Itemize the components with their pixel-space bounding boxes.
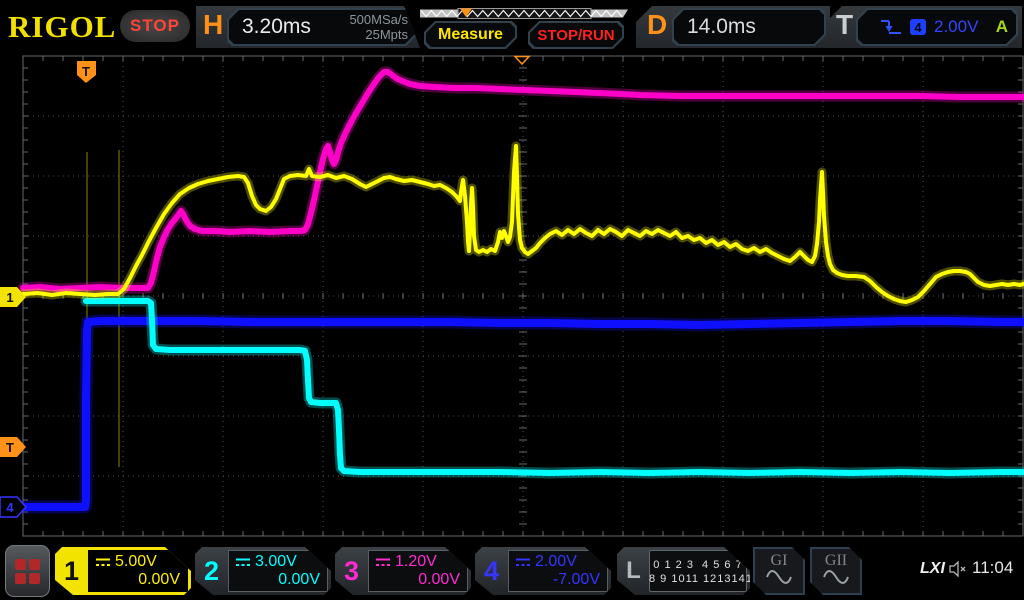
delay-settings-box[interactable]: D 14.0ms xyxy=(636,6,830,48)
svg-text:1: 1 xyxy=(6,290,13,305)
timebase-value: 3.20ms xyxy=(242,15,311,39)
dc-coupling-icon xyxy=(95,557,111,568)
logic-analyzer-box[interactable]: L 0 1 2 3 4 5 6 78 9 1011 12131415 xyxy=(617,547,750,595)
channel-4-offset: -7.00V xyxy=(553,571,600,589)
stop-run-button[interactable]: STOP/RUN xyxy=(528,21,624,49)
generator-1-label: GI xyxy=(755,552,803,570)
channel-3-scale: 1.20V xyxy=(395,553,437,571)
clock: 11:04 xyxy=(972,558,1013,578)
generator-2-button[interactable]: GII xyxy=(810,547,862,595)
horizontal-settings-box[interactable]: H 3.20ms 500MSa/s 25Mpts xyxy=(196,6,420,48)
memory-depth: 25Mpts xyxy=(365,27,408,42)
sine-wave-icon xyxy=(765,570,793,584)
trigger-label: T xyxy=(836,9,853,41)
sample-rate: 500MSa/s xyxy=(349,12,408,27)
memory-window-segment xyxy=(458,9,591,19)
svg-text:T: T xyxy=(82,64,90,79)
oscilloscope-screen: T 1 T 4 RIGOL STOP H 3.20ms 500MSa/s 25Mpts… xyxy=(0,0,1024,600)
waveform-display: T 1 T 4 xyxy=(0,0,1024,600)
delay-value-box: 14.0ms xyxy=(672,8,826,46)
delay-value: 14.0ms xyxy=(687,15,756,39)
menu-button[interactable] xyxy=(5,545,50,597)
lxi-logo: LXI xyxy=(920,560,945,578)
run-state-text: STOP xyxy=(130,16,180,36)
trigger-level-value: 2.00V xyxy=(934,17,978,37)
channel-2-offset: 0.00V xyxy=(278,571,320,589)
channel-2-box[interactable]: 2 3.00V 0.00V xyxy=(195,547,331,595)
svg-text:T: T xyxy=(6,440,14,455)
run-state-badge: STOP xyxy=(120,10,190,42)
dc-coupling-icon xyxy=(235,557,251,568)
sine-wave-icon xyxy=(822,570,850,584)
generator-2-label: GII xyxy=(812,552,860,570)
logic-digits-row2: 8 9 1011 12131415 xyxy=(649,573,760,585)
trigger-info-box: 4 2.00V A xyxy=(856,8,1018,46)
dc-coupling-icon xyxy=(375,557,391,568)
trigger-settings-box[interactable]: T 4 2.00V A xyxy=(826,6,1022,48)
stop-run-button-label: STOP/RUN xyxy=(530,27,622,44)
horizontal-label: H xyxy=(203,9,223,41)
delay-center-triangle[interactable] xyxy=(515,57,529,65)
channel-1-offset: 0.00V xyxy=(138,571,180,589)
channel-1-box[interactable]: 1 5.00V 0.00V xyxy=(55,547,191,595)
channel-3-box[interactable]: 3 1.20V 0.00V xyxy=(335,547,471,595)
channel-4-scale: 2.00V xyxy=(535,553,577,571)
generator-1-button[interactable]: GI xyxy=(753,547,805,595)
trigger-sweep-mode: A xyxy=(996,17,1008,37)
logic-digits-row1: 0 1 2 3 4 5 6 7 xyxy=(653,559,742,571)
channel-1-scale: 5.00V xyxy=(115,553,157,571)
dc-coupling-icon xyxy=(515,557,531,568)
measure-button-label: Measure xyxy=(426,26,515,44)
trigger-source-badge: 4 xyxy=(910,19,926,35)
svg-text:4: 4 xyxy=(6,500,14,515)
menu-grid-icon xyxy=(15,559,40,584)
channel-3-offset: 0.00V xyxy=(418,571,460,589)
measure-button[interactable]: Measure xyxy=(424,21,517,49)
channel-4-box[interactable]: 4 2.00V -7.00V xyxy=(475,547,611,595)
speaker-muted-icon[interactable] xyxy=(948,561,968,577)
channel-2-scale: 3.00V xyxy=(255,553,297,571)
timebase-box: 3.20ms 500MSa/s 25Mpts xyxy=(227,8,417,46)
rigol-logo: RIGOL xyxy=(8,9,116,45)
memory-position-bar xyxy=(420,8,628,19)
delay-label: D xyxy=(647,9,667,41)
falling-edge-icon xyxy=(880,18,902,36)
